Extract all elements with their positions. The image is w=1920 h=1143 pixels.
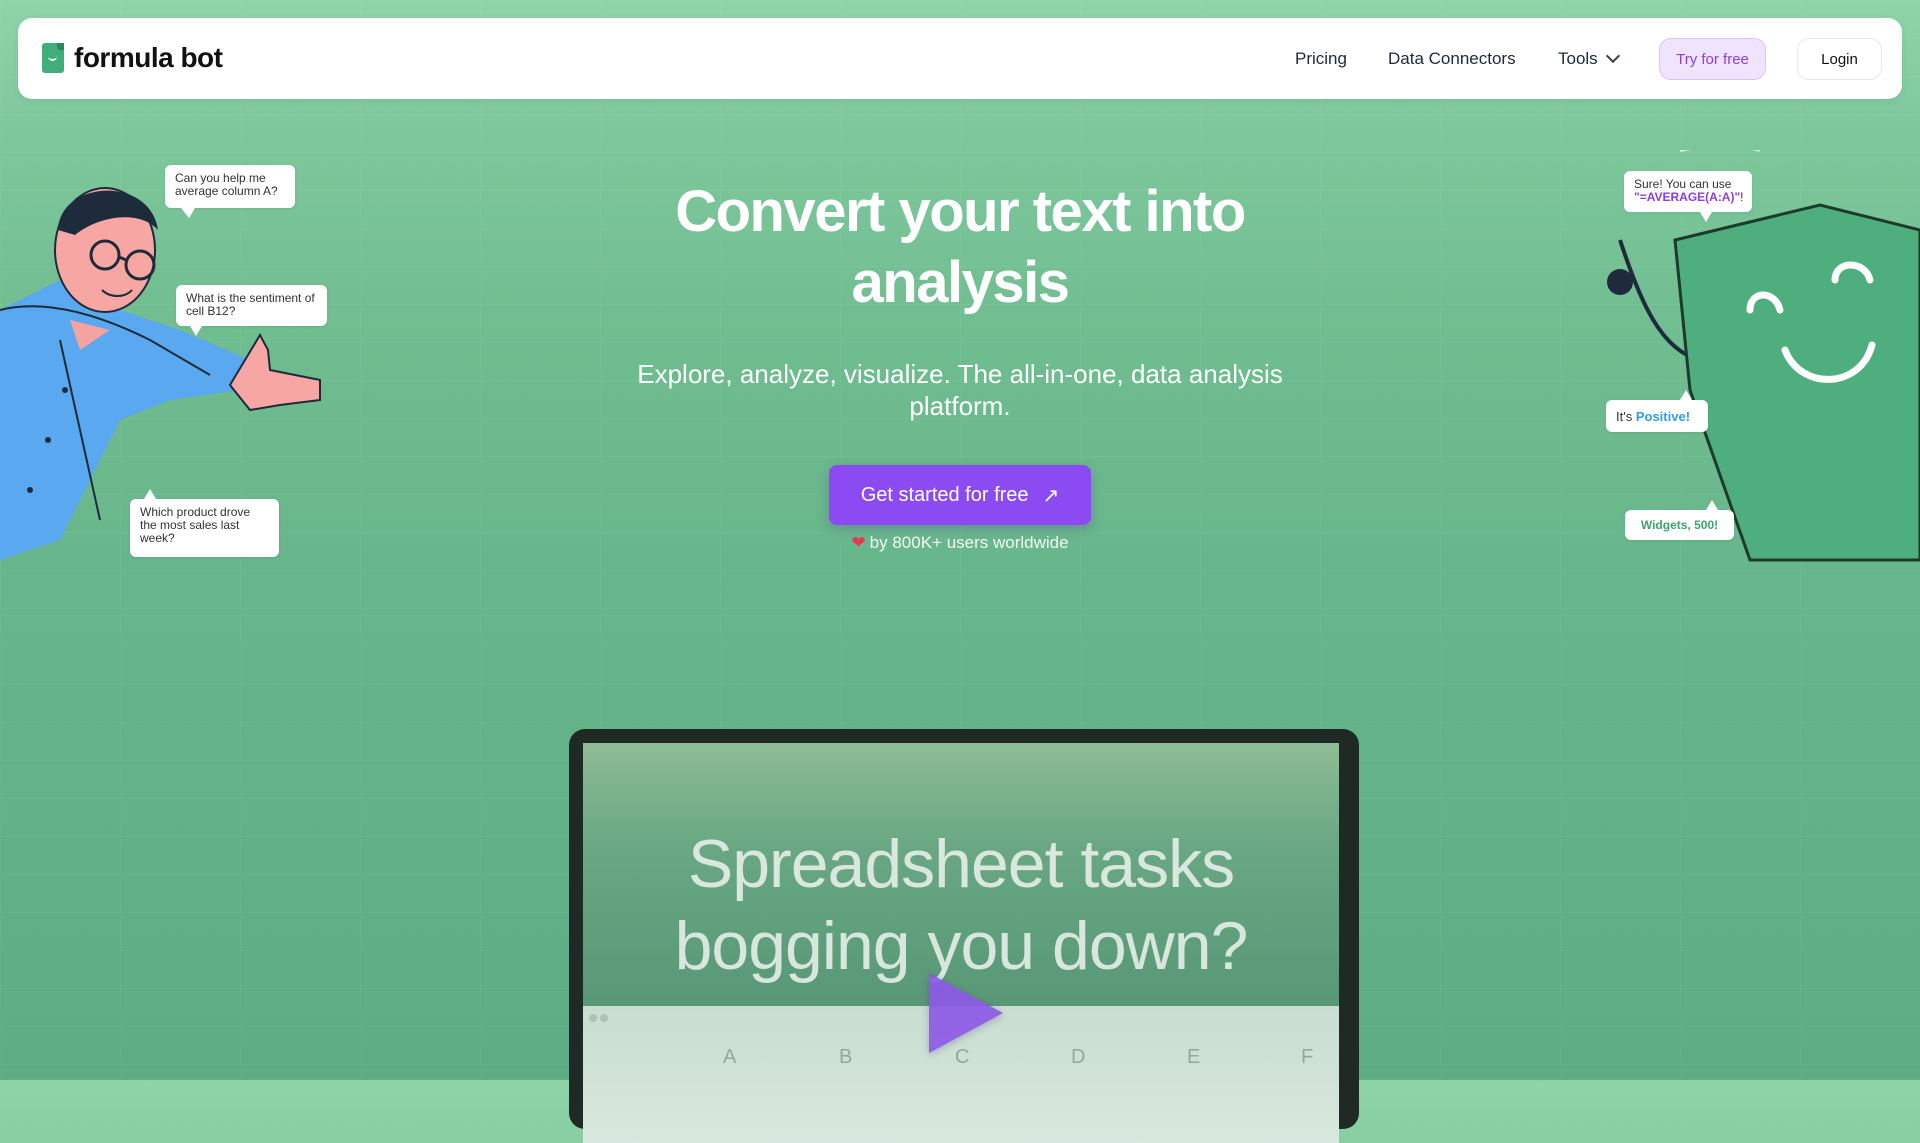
top-navbar: formula bot Pricing Data Connectors Tool… [18,18,1902,99]
answer-2-prefix: It's [1616,408,1633,424]
get-started-button[interactable]: Get started for free ↗ [829,465,1091,525]
column-header: F [1301,1046,1314,1068]
logo-icon [42,43,64,73]
chevron-down-icon [1605,48,1620,64]
nav-pricing-link[interactable]: Pricing [1295,18,1347,99]
nav-tools-label: Tools [1558,48,1598,68]
column-header: D [1071,1046,1086,1068]
column-header: E [1187,1046,1201,1068]
get-started-label: Get started for free [860,483,1029,506]
chat-bubble-question-3: Which product drove the most sales last … [130,489,279,557]
answer-1-suffix: ! [1740,190,1744,204]
chat-bubble-answer-1: Sure! You can use "=AVERAGE(A:A)"! [1624,171,1752,222]
hero-title: Convert your text into analysis [560,176,1360,318]
chat-bubble-answer-3: Widgets, 500! [1625,500,1734,540]
nav-data-connectors-link[interactable]: Data Connectors [1388,18,1516,99]
chat-bubble-answer-2: It's Positive! [1606,390,1708,432]
user-count-note: ❤ by 800K+ users worldwide [760,533,1160,553]
user-count-text: by 800K+ users worldwide [869,533,1069,552]
logo[interactable]: formula bot [42,42,223,74]
formula-bot-illustration [1607,150,1920,562]
chat-bubble-question-2: What is the sentiment of cell B12? [176,285,327,336]
try-for-free-button[interactable]: Try for free [1659,38,1766,80]
column-header: B [839,1046,853,1068]
chat-bubble-question-1: Can you help me average column A? [165,165,295,218]
window-dot [589,1014,597,1022]
video-headline: Spreadsheet tasks bogging you down? [583,823,1339,987]
hero-title-line-1: Convert your text into [675,179,1246,244]
login-button[interactable]: Login [1797,38,1882,80]
demo-video[interactable]: Spreadsheet tasks bogging you down? A B … [583,743,1339,1143]
window-dots [589,1014,608,1022]
column-header: A [723,1046,737,1068]
answer-2-suffix: ! [1685,408,1691,424]
heart-icon: ❤ [851,533,866,552]
window-dot [600,1014,608,1022]
answer-1-formula: "=AVERAGE(A:A)" [1634,190,1741,204]
hero-title-line-2: analysis [851,250,1070,315]
arrow-up-right-icon: ↗ [1042,484,1060,507]
laptop-frame: Spreadsheet tasks bogging you down? A B … [569,729,1359,1143]
brand-name: formula bot [74,42,223,73]
answer-2-sentiment: Positive [1635,408,1686,424]
nav-tools-dropdown[interactable]: Tools [1558,18,1620,99]
answer-1-prefix: Sure! You can use [1634,177,1732,191]
video-headline-line-1: Spreadsheet tasks [687,826,1235,902]
hero-subtitle: Explore, analyze, visualize. The all-in-… [637,359,1283,421]
play-icon[interactable] [929,973,1003,1053]
